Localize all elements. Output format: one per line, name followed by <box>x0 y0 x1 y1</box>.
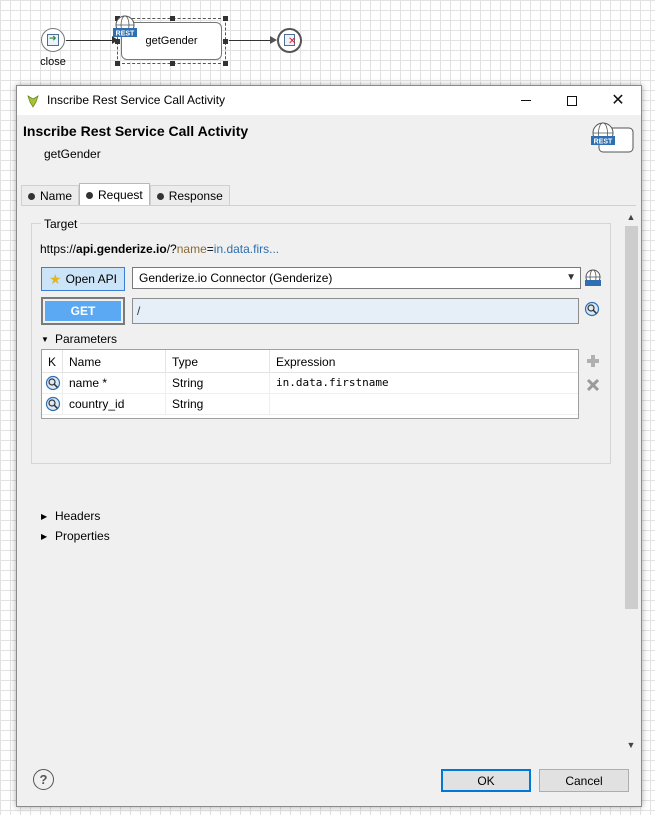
table-row[interactable]: country_id String <box>42 394 578 415</box>
minimize-button[interactable] <box>503 86 549 115</box>
rest-client-globe-icon[interactable] <box>584 269 602 287</box>
request-tab-content: Target https://api.genderize.io/?name=in… <box>21 205 638 750</box>
query-param-icon <box>45 396 61 412</box>
param-kind-cell <box>42 373 63 394</box>
rest-badge-text: REST <box>594 139 613 146</box>
url-param-name: name <box>176 242 207 256</box>
tab-label: Name <box>40 189 73 203</box>
client-select-value: Genderize.io Connector (Genderize) <box>139 271 333 285</box>
properties-section-toggle[interactable]: ▶ Properties <box>41 529 110 543</box>
properties-label: Properties <box>55 529 110 543</box>
resize-handle[interactable] <box>115 39 120 44</box>
rest-call-dialog: Inscribe Rest Service Call Activity ✕ In… <box>16 85 642 807</box>
chevron-down-icon: ▼ <box>566 272 576 283</box>
table-header: K Name Type Expression <box>42 350 578 373</box>
url-equals: = <box>206 242 214 256</box>
param-name-cell[interactable]: name * <box>63 373 166 394</box>
client-select[interactable]: Genderize.io Connector (Genderize) ▼ <box>132 267 581 289</box>
tab-label: Response <box>168 189 223 203</box>
tab-status-icon <box>28 192 35 200</box>
param-type-cell[interactable]: String <box>166 373 270 394</box>
dialog-header-subtitle: getGender <box>44 147 101 161</box>
rest-badge-text: REST <box>116 31 135 38</box>
arrowhead-icon <box>270 36 277 44</box>
url-path: /? <box>166 242 177 256</box>
scroll-up-icon[interactable]: ▲ <box>624 210 638 224</box>
resize-handle[interactable] <box>115 61 120 66</box>
tab-status-icon <box>86 191 94 199</box>
column-header-name[interactable]: Name <box>63 350 166 373</box>
start-node-label: close <box>40 56 66 68</box>
star-icon: ★ <box>49 271 62 287</box>
resource-search-icon[interactable] <box>584 301 600 317</box>
parameters-section-toggle[interactable]: ▼ Parameters <box>41 332 117 346</box>
open-api-button[interactable]: ★ Open API <box>41 267 125 291</box>
resize-handle[interactable] <box>223 61 228 66</box>
sequence-flow-1[interactable] <box>66 40 113 41</box>
parameters-table: K Name Type Expression name * String in.… <box>41 349 579 419</box>
param-expression-cell[interactable]: in.data.firstname <box>270 373 578 394</box>
sequence-flow-2[interactable] <box>229 40 271 41</box>
resize-handle[interactable] <box>223 16 228 21</box>
ok-button[interactable]: OK <box>441 769 531 792</box>
error-x-icon: ✕ <box>288 36 297 47</box>
dialog-titlebar[interactable]: Inscribe Rest Service Call Activity ✕ <box>17 86 641 115</box>
http-method-button[interactable]: GET <box>41 297 125 325</box>
rest-globe-icon: REST <box>113 15 137 38</box>
resize-handle[interactable] <box>223 39 228 44</box>
headers-label: Headers <box>55 509 101 523</box>
vertical-scrollbar[interactable]: ▲ ▼ <box>624 206 638 750</box>
chevron-down-icon: ▼ <box>41 334 49 344</box>
chevron-right-icon: ▶ <box>41 511 48 521</box>
tab-name[interactable]: Name <box>21 185 80 206</box>
resource-path-input[interactable]: / <box>132 298 579 324</box>
dialog-header-title: Inscribe Rest Service Call Activity <box>23 123 249 139</box>
help-icon[interactable]: ? <box>33 769 54 790</box>
param-type-cell[interactable]: String <box>166 394 270 415</box>
remove-parameter-icon[interactable] <box>586 378 600 392</box>
tab-response[interactable]: Response <box>149 185 230 206</box>
maximize-button[interactable] <box>549 86 595 115</box>
resize-handle[interactable] <box>170 16 175 21</box>
url-scheme: https:// <box>40 242 77 256</box>
cancel-button[interactable]: Cancel <box>539 769 629 792</box>
end-event-node[interactable]: ✕ <box>277 28 302 53</box>
table-row[interactable]: name * String in.data.firstname <box>42 373 578 394</box>
minimize-icon <box>521 100 531 101</box>
http-method-label: GET <box>45 301 121 321</box>
dialog-footer: ? OK Cancel <box>17 756 641 806</box>
resize-handle[interactable] <box>170 61 175 66</box>
maximize-icon <box>567 95 577 106</box>
column-header-k[interactable]: K <box>42 350 63 373</box>
parameters-label: Parameters <box>55 332 118 346</box>
column-header-expression[interactable]: Expression <box>270 350 578 373</box>
tab-bar: Name Request Response <box>21 183 230 206</box>
scrollbar-thumb[interactable] <box>625 226 638 609</box>
chevron-right-icon: ▶ <box>41 531 48 541</box>
tab-request[interactable]: Request <box>79 183 150 206</box>
query-param-icon <box>45 375 61 391</box>
close-button[interactable]: ✕ <box>595 86 641 115</box>
column-header-type[interactable]: Type <box>166 350 270 373</box>
start-event-node[interactable] <box>41 28 65 52</box>
param-name-cell[interactable]: country_id <box>63 394 166 415</box>
headers-section-toggle[interactable]: ▶ Headers <box>41 509 100 523</box>
resolved-url: https://api.genderize.io/?name=in.data.f… <box>40 242 279 256</box>
rest-service-icon: REST <box>591 122 634 153</box>
url-host: api.genderize.io <box>76 242 167 256</box>
param-kind-cell <box>42 394 63 415</box>
open-api-label: Open API <box>65 272 117 286</box>
window-title: Inscribe Rest Service Call Activity <box>47 93 226 107</box>
tab-status-icon <box>156 192 164 200</box>
param-expression-cell[interactable] <box>270 394 578 415</box>
scroll-down-icon[interactable]: ▼ <box>624 738 638 752</box>
close-icon: ✕ <box>611 91 625 109</box>
url-param-value-link[interactable]: in.data.firs... <box>214 242 279 256</box>
target-group-label: Target <box>41 217 81 231</box>
start-icon <box>47 33 59 46</box>
app-logo-icon <box>27 95 39 108</box>
add-parameter-icon[interactable] <box>586 354 600 368</box>
tab-label: Request <box>98 188 143 202</box>
target-group <box>31 223 611 464</box>
